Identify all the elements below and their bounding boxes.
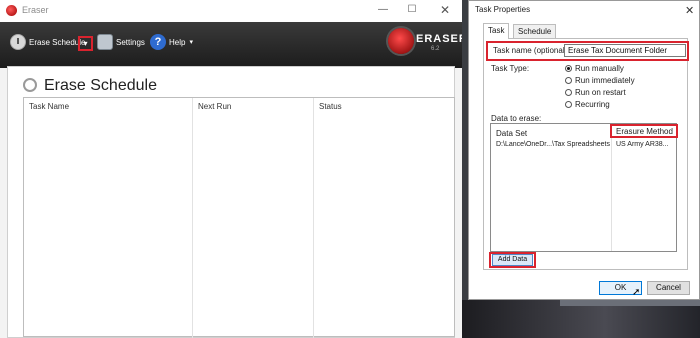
erase-schedule-dropdown-button[interactable]: ▾: [78, 36, 93, 51]
task-table[interactable]: Task Name Next Run Status: [23, 97, 455, 338]
data-set-list[interactable]: Data Set D:\Lance\OneDr...\Tax Spreadshe…: [490, 123, 677, 252]
radio-label: Run manually: [575, 64, 624, 73]
minimize-button[interactable]: —: [374, 3, 392, 17]
schedule-icon: [10, 34, 26, 50]
task-name-label: Task name (optional):: [493, 46, 570, 55]
page-title: Erase Schedule: [44, 77, 157, 94]
column-header-erasure-method[interactable]: Erasure Method: [616, 127, 673, 136]
logo-version: 6.2: [431, 46, 440, 52]
maximize-button[interactable]: ☐: [403, 3, 421, 17]
settings-button[interactable]: Settings: [97, 34, 145, 50]
tab-task[interactable]: Task: [483, 23, 510, 39]
radio-label: Recurring: [575, 100, 610, 109]
task-name-input[interactable]: Erase Tax Document Folder: [564, 44, 686, 57]
radio-label: Run on restart: [575, 88, 626, 97]
radio-run-on-restart[interactable]: Run on restart: [565, 88, 626, 97]
dialog-title: Task Properties: [475, 5, 531, 14]
erase-schedule-button[interactable]: Erase Schedule: [10, 34, 85, 50]
task-type-label: Task Type:: [491, 64, 530, 73]
data-to-erase-label: Data to erase:: [491, 114, 542, 123]
title-bar: Eraser — ☐ ✕: [0, 0, 462, 23]
help-button[interactable]: ? Help ▾: [150, 34, 193, 50]
radio-recurring[interactable]: Recurring: [565, 100, 610, 109]
erasure-method-cell[interactable]: US Army AR38...: [616, 141, 669, 148]
eraser-app-icon: [6, 5, 17, 16]
eraser-window: Eraser — ☐ ✕ Erase Schedule Settings ? H…: [0, 0, 462, 338]
radio-label: Run immediately: [575, 76, 635, 85]
help-dropdown-icon[interactable]: ▾: [189, 38, 193, 46]
radio-icon: [565, 101, 572, 108]
add-data-button[interactable]: Add Data: [492, 254, 533, 266]
cancel-button[interactable]: Cancel: [647, 281, 690, 295]
close-button[interactable]: ✕: [436, 3, 454, 17]
main-content: Erase Schedule Task Name Next Run Status: [7, 66, 455, 338]
column-divider: [313, 98, 314, 338]
column-header-status[interactable]: Status: [319, 102, 342, 111]
dialog-close-button[interactable]: ✕: [685, 4, 694, 17]
column-divider: [192, 98, 193, 338]
window-title: Eraser: [22, 5, 49, 15]
tab-schedule[interactable]: Schedule: [513, 24, 557, 39]
radio-run-manually[interactable]: Run manually: [565, 64, 624, 73]
logo-text: ERASER: [416, 33, 462, 45]
column-divider: [611, 124, 612, 251]
column-header-task-name[interactable]: Task Name: [29, 102, 69, 111]
settings-label: Settings: [116, 37, 145, 47]
erase-schedule-label: Erase Schedule: [29, 37, 86, 47]
page-title-icon: [23, 78, 37, 92]
radio-icon: [565, 89, 572, 96]
desktop-background-stripe: [560, 300, 700, 306]
radio-run-immediately[interactable]: Run immediately: [565, 76, 635, 85]
task-properties-dialog: Task Properties ✕ Task Schedule Task nam…: [468, 0, 700, 300]
settings-icon: [97, 34, 113, 50]
mouse-cursor-icon: ➚: [632, 287, 641, 298]
radio-selected-icon: [565, 65, 572, 72]
data-set-cell[interactable]: D:\Lance\OneDr...\Tax Spreadsheets: [496, 141, 610, 148]
column-header-next-run[interactable]: Next Run: [198, 102, 231, 111]
column-header-data-set[interactable]: Data Set: [496, 129, 527, 138]
help-label: Help: [169, 37, 186, 47]
eraser-logo-icon: [388, 28, 414, 54]
help-icon: ?: [150, 34, 166, 50]
radio-icon: [565, 77, 572, 84]
